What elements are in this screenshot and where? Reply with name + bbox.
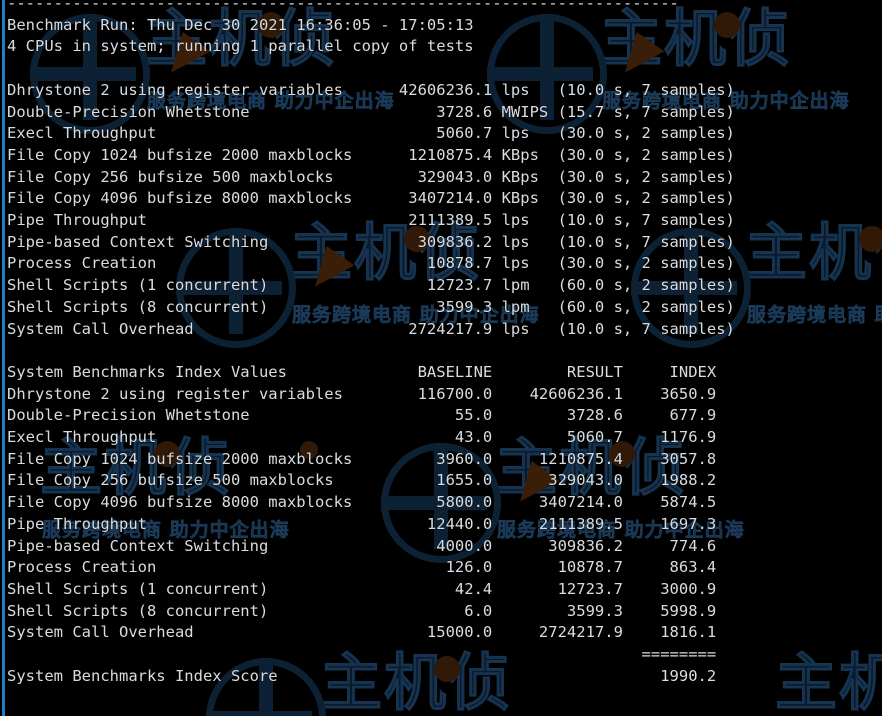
watermark-dot-icon [609,441,635,467]
watermark-cursor-icon [159,31,211,85]
watermark-cursor-icon [303,245,355,299]
watermark-globe-icon [30,14,150,134]
watermark-group: 主机侦 服务跨境电商 助力中企出海 [289,216,620,372]
watermark-globe-icon [381,443,501,563]
watermark-subtitle: 服务跨境电商 助力中企出海 [292,304,540,327]
watermark-group: 主机侦 [319,646,650,716]
watermark-globe-icon [176,228,296,348]
terminal-edge-strip[interactable] [2,0,5,716]
watermark-subtitle: 服务跨境电商 助力中企出海 [147,90,395,113]
watermark-subtitle: 服务跨境电商 助力中企出海 [497,519,745,542]
watermark-subtitle: 服务跨境电商 助力中企出海 [602,90,850,113]
watermark-group: 主机侦 [774,646,882,716]
watermark-group: 主机侦 服务跨境电商 助力中企出海 [144,2,475,158]
watermark-group: 主机侦 服务跨境电商 助力中企出海 [39,431,370,587]
watermark-logo-text: 主机侦 [599,2,793,75]
watermark-logo-text: 主机侦 [774,646,882,716]
watermark-dot-icon [300,441,318,459]
watermark-group: 主机侦 服务跨境电商 助力中企出海 [599,2,882,158]
terminal-text-layer: ----------------------------------------… [0,0,882,716]
watermark-logo-text: 主机侦 [289,216,483,289]
watermark-layer: 主机侦 服务跨境电商 助力中企出海 主机侦 服务跨境电商 助力中企出海 主机侦 … [0,0,882,716]
watermark-logo-text: 主机侦 [494,431,688,504]
terminal-output: ----------------------------------------… [7,0,735,685]
watermark-dot-icon [404,226,430,252]
watermark-group: 主机侦 服务跨境电商 助力中企出海 [494,431,825,587]
watermark-cursor-icon [613,31,665,85]
terminal-window: 主机侦 服务跨境电商 助力中企出海 主机侦 服务跨境电商 助力中企出海 主机侦 … [0,0,882,716]
watermark-dot-icon [859,226,882,252]
watermark-dot-icon [434,656,460,682]
watermark-dot-icon [258,12,284,38]
watermark-globe-icon [487,14,607,134]
watermark-logo-text: 主机侦 [319,646,513,716]
watermark-logo-text: 主机侦 [39,431,233,504]
watermark-globe-icon [206,658,326,716]
watermark-logo-text: 主机侦 [744,216,882,289]
watermark-globe-icon [631,228,751,348]
watermark-subtitle: 服务跨境电商 助力中企出海 [747,304,882,327]
watermark-group: 主机侦 服务跨境电商 助力中企出海 [744,216,882,372]
watermark-dot-icon [154,441,180,467]
watermark-cursor-icon [508,460,560,514]
watermark-dot-icon [714,12,740,38]
watermark-subtitle: 服务跨境电商 助力中企出海 [42,519,290,542]
watermark-logo-text: 主机侦 [144,2,338,75]
